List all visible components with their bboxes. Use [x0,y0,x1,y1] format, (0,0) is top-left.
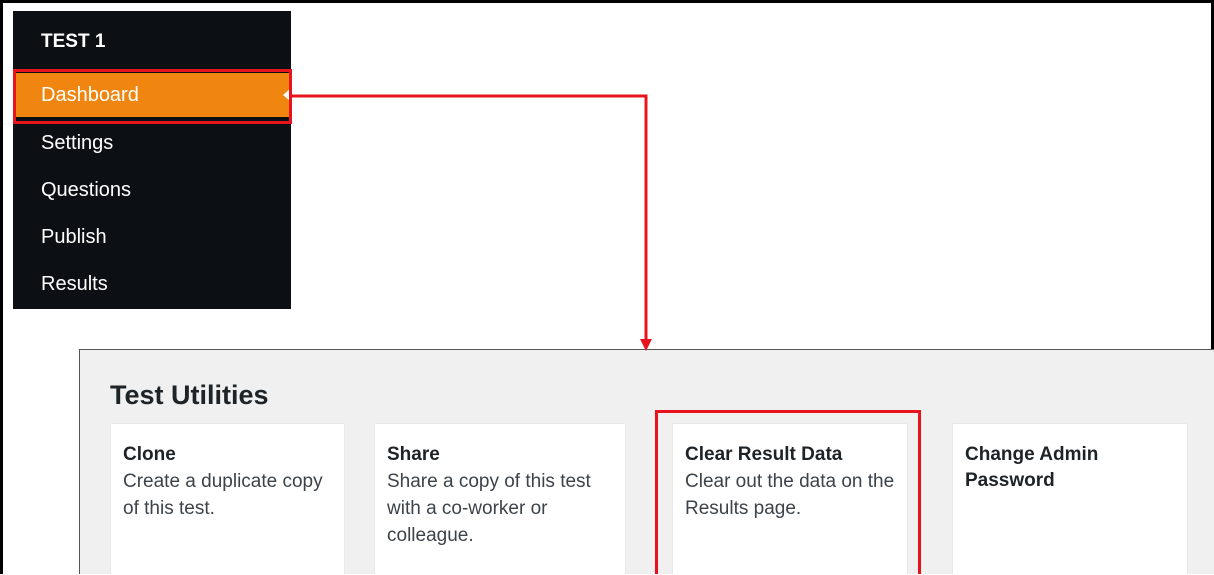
sidebar-item-label: Results [41,273,108,295]
share-card[interactable]: Share Share a copy of this test with a c… [375,424,625,575]
test-utilities-panel: Test Utilities Clone Create a duplicate … [79,349,1214,575]
sidebar-item-dashboard[interactable]: Dashboard [13,73,291,117]
sidebar-item-results[interactable]: Results [13,262,291,306]
clear-result-data-card[interactable]: Clear Result Data Clear out the data on … [673,424,907,575]
card-title: Clear Result Data [685,444,843,465]
sidebar-item-label: Settings [41,132,114,154]
card-title: Change Admin Password [965,444,1099,491]
sidebar-item-label: Publish [41,226,107,248]
active-indicator-icon [283,88,291,102]
clone-card[interactable]: Clone Create a duplicate copy of this te… [111,424,344,575]
card-title: Share [387,444,440,465]
sidebar-item-settings[interactable]: Settings [13,121,291,165]
sidebar-title: TEST 1 [41,31,106,52]
panel-title: Test Utilities [110,380,269,410]
card-description: Share a copy of this test with a co-work… [387,471,591,546]
card-title: Clone [123,444,176,465]
sidebar-item-publish[interactable]: Publish [13,215,291,259]
sidebar: TEST 1 Dashboard Settings Questions Publ… [13,11,291,309]
sidebar-item-label: Dashboard [41,84,139,106]
sidebar-item-questions[interactable]: Questions [13,168,291,212]
card-description: Create a duplicate copy of this test. [123,471,323,519]
card-description: Clear out the data on the Results page. [685,471,895,519]
sidebar-item-label: Questions [41,179,132,201]
change-admin-password-card[interactable]: Change Admin Password [953,424,1187,575]
